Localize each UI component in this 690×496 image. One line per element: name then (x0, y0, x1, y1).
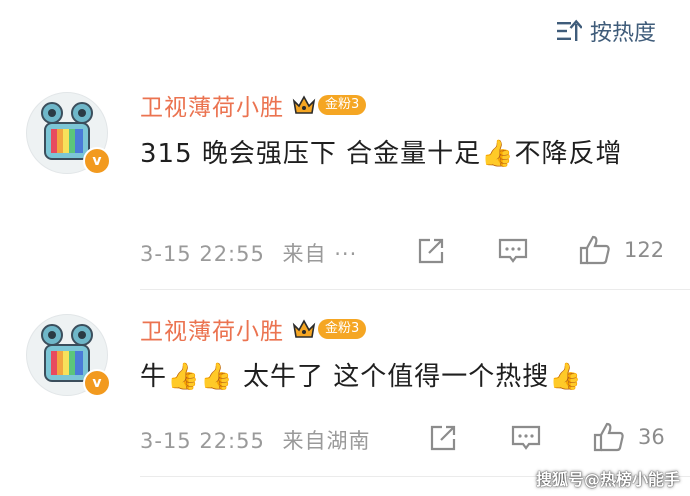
comment-source: 来自湖南 (282, 429, 371, 453)
avatar[interactable]: v (26, 92, 111, 175)
thumbs-up-icon (579, 235, 610, 265)
avatar[interactable]: v (26, 314, 111, 397)
comment-icon (498, 238, 528, 263)
watermark: 搜狐号@热榜小能手 (535, 470, 680, 489)
like-count: 122 (624, 238, 665, 262)
username[interactable]: 卫视薄荷小胜 (140, 312, 284, 346)
comment-button[interactable] (497, 236, 529, 266)
share-button[interactable] (428, 423, 458, 453)
thumbs-up-icon (593, 422, 624, 452)
comment-time: 3-15 22:55 (140, 429, 265, 453)
comment-text: 315 晚会强压下 合金量十足👍不降反增 (140, 139, 623, 169)
share-button[interactable] (416, 236, 446, 266)
like-button[interactable]: 36 (592, 421, 665, 453)
comment-source: 来自 ··· (282, 242, 358, 266)
verified-badge-icon: v (83, 147, 111, 175)
crown-icon (292, 95, 316, 114)
like-button[interactable]: 122 (578, 234, 664, 266)
sort-icon (556, 19, 582, 41)
fan-level-badge: 金粉3 (318, 95, 367, 115)
fan-level-badge: 金粉3 (318, 319, 367, 339)
share-icon (418, 238, 444, 264)
sort-label: 按热度 (589, 21, 656, 46)
comment-time: 3-15 22:55 (140, 242, 265, 266)
like-count: 36 (638, 425, 665, 449)
verified-badge-icon: v (83, 369, 111, 397)
divider (140, 289, 690, 290)
share-icon (430, 425, 456, 451)
username[interactable]: 卫视薄荷小胜 (140, 88, 284, 122)
comment-text: 牛👍👍 太牛了 这个值得一个热搜👍 (140, 362, 583, 392)
sort-by-hot-button[interactable]: 按热度 (556, 16, 656, 46)
comment-icon (511, 425, 541, 450)
crown-icon (292, 319, 316, 338)
comment-button[interactable] (510, 423, 542, 453)
